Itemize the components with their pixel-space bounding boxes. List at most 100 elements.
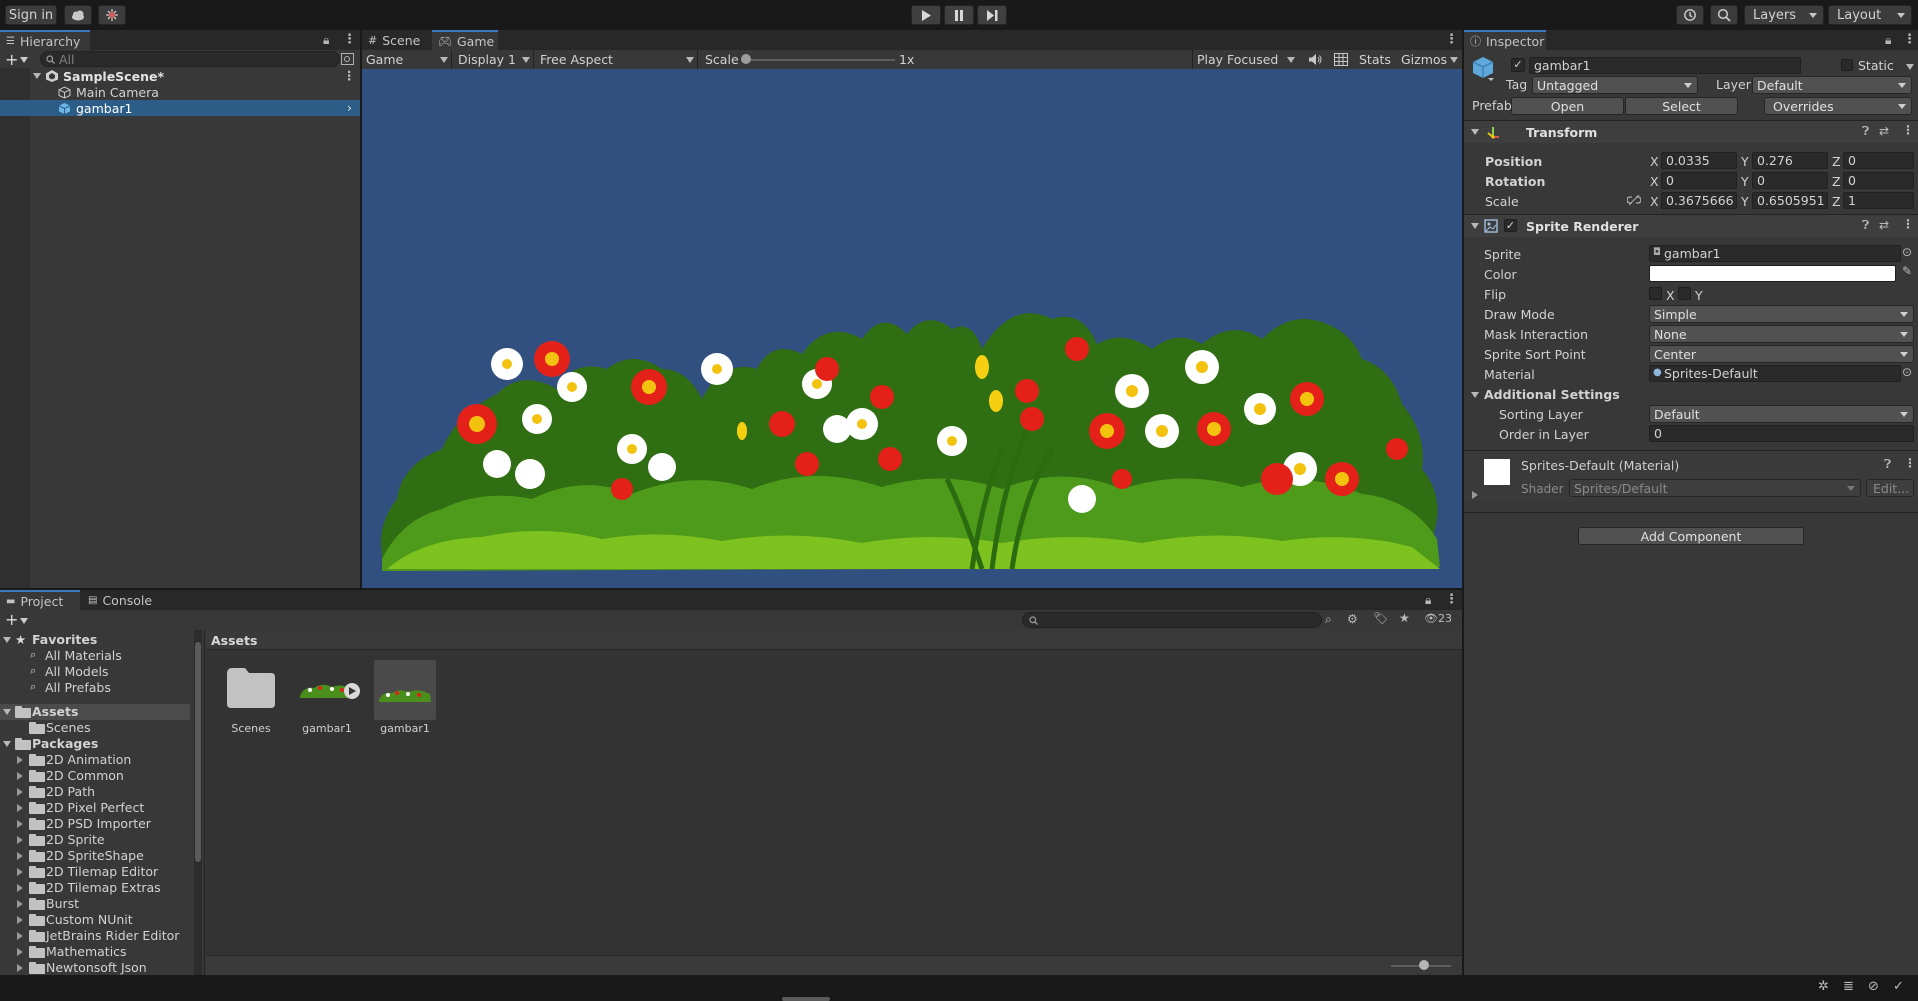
collab-button[interactable] — [98, 5, 126, 25]
breadcrumb-assets[interactable]: Assets — [211, 633, 257, 648]
asset-folder-scenes[interactable]: Scenes — [220, 660, 282, 740]
sprite-renderer-enabled-checkbox[interactable]: ✓ — [1504, 219, 1517, 232]
package-item[interactable]: 2D Tilemap Editor — [0, 864, 190, 880]
icon-size-slider-handle[interactable] — [1419, 960, 1429, 970]
chevron-down-icon[interactable] — [1450, 57, 1458, 63]
link-broken-icon[interactable] — [1627, 195, 1641, 206]
expand-arrow-icon[interactable] — [17, 932, 23, 940]
favorites-row[interactable]: ★ Favorites — [0, 632, 190, 648]
game-mode-dropdown[interactable]: Game — [362, 50, 452, 69]
scene-search-icon[interactable] — [341, 53, 354, 65]
prefab-open-button[interactable]: Open — [1511, 97, 1624, 115]
more-options-icon[interactable]: ⋮ — [1904, 456, 1916, 470]
scale-slider-handle[interactable] — [741, 54, 751, 64]
collapse-arrow-icon[interactable] — [1471, 129, 1479, 135]
rotation-y-field[interactable]: 0 — [1752, 172, 1828, 189]
help-icon[interactable]: ❓︎ — [1884, 457, 1891, 472]
history-button[interactable] — [1676, 5, 1704, 25]
search-button[interactable] — [1710, 5, 1738, 25]
tab-console[interactable]: ▤ Console — [82, 590, 162, 610]
check-circle-icon[interactable]: ✓ — [1893, 979, 1904, 994]
shader-edit-button[interactable]: Edit... — [1866, 479, 1914, 497]
flip-x-checkbox[interactable] — [1649, 287, 1662, 300]
rotation-x-field[interactable]: 0 — [1661, 172, 1737, 189]
rotation-z-field[interactable]: 0 — [1843, 172, 1914, 189]
play-circle-icon[interactable] — [344, 683, 360, 699]
collapse-arrow-icon[interactable] — [1471, 392, 1479, 398]
assets-root-row[interactable]: Assets — [0, 704, 190, 720]
collapse-arrow-icon[interactable] — [3, 741, 11, 747]
preset-sliders-icon[interactable]: ⇄ — [1879, 124, 1889, 138]
color-swatch[interactable] — [1649, 265, 1896, 282]
package-item[interactable]: Custom NUnit — [0, 912, 190, 928]
lock-icon[interactable]: 🔒︎ — [1425, 593, 1431, 608]
aspect-dropdown[interactable]: Free Aspect — [536, 50, 698, 69]
draw-mode-dropdown[interactable]: Simple — [1649, 305, 1914, 323]
expand-arrow-icon[interactable] — [17, 756, 23, 764]
tab-project[interactable]: ▬ Project — [0, 590, 80, 610]
more-options-icon[interactable]: ⋮ — [343, 68, 356, 83]
package-item[interactable]: 2D Animation — [0, 752, 190, 768]
favorite-item[interactable]: ⌕ All Materials — [0, 648, 190, 664]
hidden-packages-icon[interactable]: 👁︎23 — [1424, 612, 1452, 625]
collapse-arrow-icon[interactable] — [3, 709, 11, 715]
project-search-input[interactable] — [1022, 612, 1322, 628]
scale-z-field[interactable]: 1 — [1843, 192, 1914, 209]
layout-dropdown[interactable]: Layout — [1828, 5, 1912, 25]
sort-point-dropdown[interactable]: Center — [1649, 345, 1914, 363]
package-item[interactable]: 2D Pixel Perfect — [0, 800, 190, 816]
star-icon[interactable]: ★ — [1399, 611, 1410, 625]
filter-type-icon[interactable]: ⚙︎ — [1347, 612, 1358, 626]
package-item[interactable]: 2D Tilemap Extras — [0, 880, 190, 896]
prefab-select-button[interactable]: Select — [1625, 97, 1738, 115]
position-y-field[interactable]: 0.276 — [1752, 152, 1828, 169]
package-item[interactable]: Newtonsoft Json — [0, 960, 190, 975]
asset-gambar1-sprite[interactable]: gambar1 — [374, 660, 436, 740]
stats-button[interactable]: Stats — [1359, 52, 1391, 67]
tree-scrollbar-thumb[interactable] — [195, 642, 201, 862]
tree-scrollbar[interactable] — [194, 630, 202, 975]
add-icon[interactable]: + — [5, 50, 18, 69]
stats-grid-icon[interactable] — [1334, 53, 1348, 66]
static-checkbox[interactable] — [1841, 59, 1853, 71]
expand-arrow-icon[interactable] — [17, 772, 23, 780]
preset-sliders-icon[interactable]: ⇄ — [1879, 218, 1889, 232]
object-picker-icon[interactable]: ⊙ — [1902, 245, 1912, 259]
hierarchy-item-main-camera[interactable]: Main Camera — [0, 84, 360, 100]
scale-x-field[interactable]: 0.3675666 — [1661, 192, 1737, 209]
play-button[interactable] — [911, 5, 941, 25]
more-options-icon[interactable]: ⋮ — [1445, 32, 1458, 47]
position-z-field[interactable]: 0 — [1843, 152, 1914, 169]
expand-arrow-icon[interactable] — [17, 884, 23, 892]
no-debug-icon[interactable]: ⊘ — [1868, 979, 1879, 994]
search-by-type-icon[interactable]: ⌕ — [1325, 612, 1332, 627]
flip-y-checkbox[interactable] — [1678, 287, 1691, 300]
more-options-icon[interactable]: ⋮ — [1902, 123, 1914, 137]
layers-dropdown[interactable]: Layers — [1744, 5, 1824, 25]
game-viewport[interactable] — [362, 69, 1462, 588]
collapse-arrow-icon[interactable] — [3, 637, 11, 643]
scale-y-field[interactable]: 0.6505951 — [1752, 192, 1828, 209]
package-item[interactable]: JetBrains Rider Editor — [0, 928, 190, 944]
eyedropper-icon[interactable]: ✎ — [1902, 264, 1912, 278]
package-item[interactable]: 2D PSD Importer — [0, 816, 190, 832]
database-icon[interactable]: ≣ — [1843, 979, 1854, 994]
step-button[interactable] — [977, 5, 1007, 25]
scale-slider-track[interactable] — [745, 59, 895, 61]
add-icon[interactable]: + — [5, 610, 18, 629]
display-dropdown[interactable]: Display 1 — [454, 50, 534, 69]
tag-dropdown[interactable]: Untagged — [1532, 76, 1698, 94]
more-options-icon[interactable]: ⋮ — [1903, 32, 1916, 47]
cloud-button[interactable] — [64, 5, 92, 25]
chevron-right-icon[interactable]: › — [347, 100, 352, 115]
expand-arrow-icon[interactable] — [17, 964, 23, 972]
add-component-button[interactable]: Add Component — [1578, 527, 1804, 545]
expand-arrow-icon[interactable] — [17, 852, 23, 860]
active-checkbox[interactable]: ✓ — [1511, 58, 1525, 72]
package-item[interactable]: 2D SpriteShape — [0, 848, 190, 864]
expand-arrow-icon[interactable] — [17, 948, 23, 956]
favorite-item[interactable]: ⌕ All Models — [0, 664, 190, 680]
expand-arrow-icon[interactable] — [17, 916, 23, 924]
position-x-field[interactable]: 0.0335 — [1661, 152, 1737, 169]
gizmos-button[interactable]: Gizmos — [1401, 52, 1447, 67]
